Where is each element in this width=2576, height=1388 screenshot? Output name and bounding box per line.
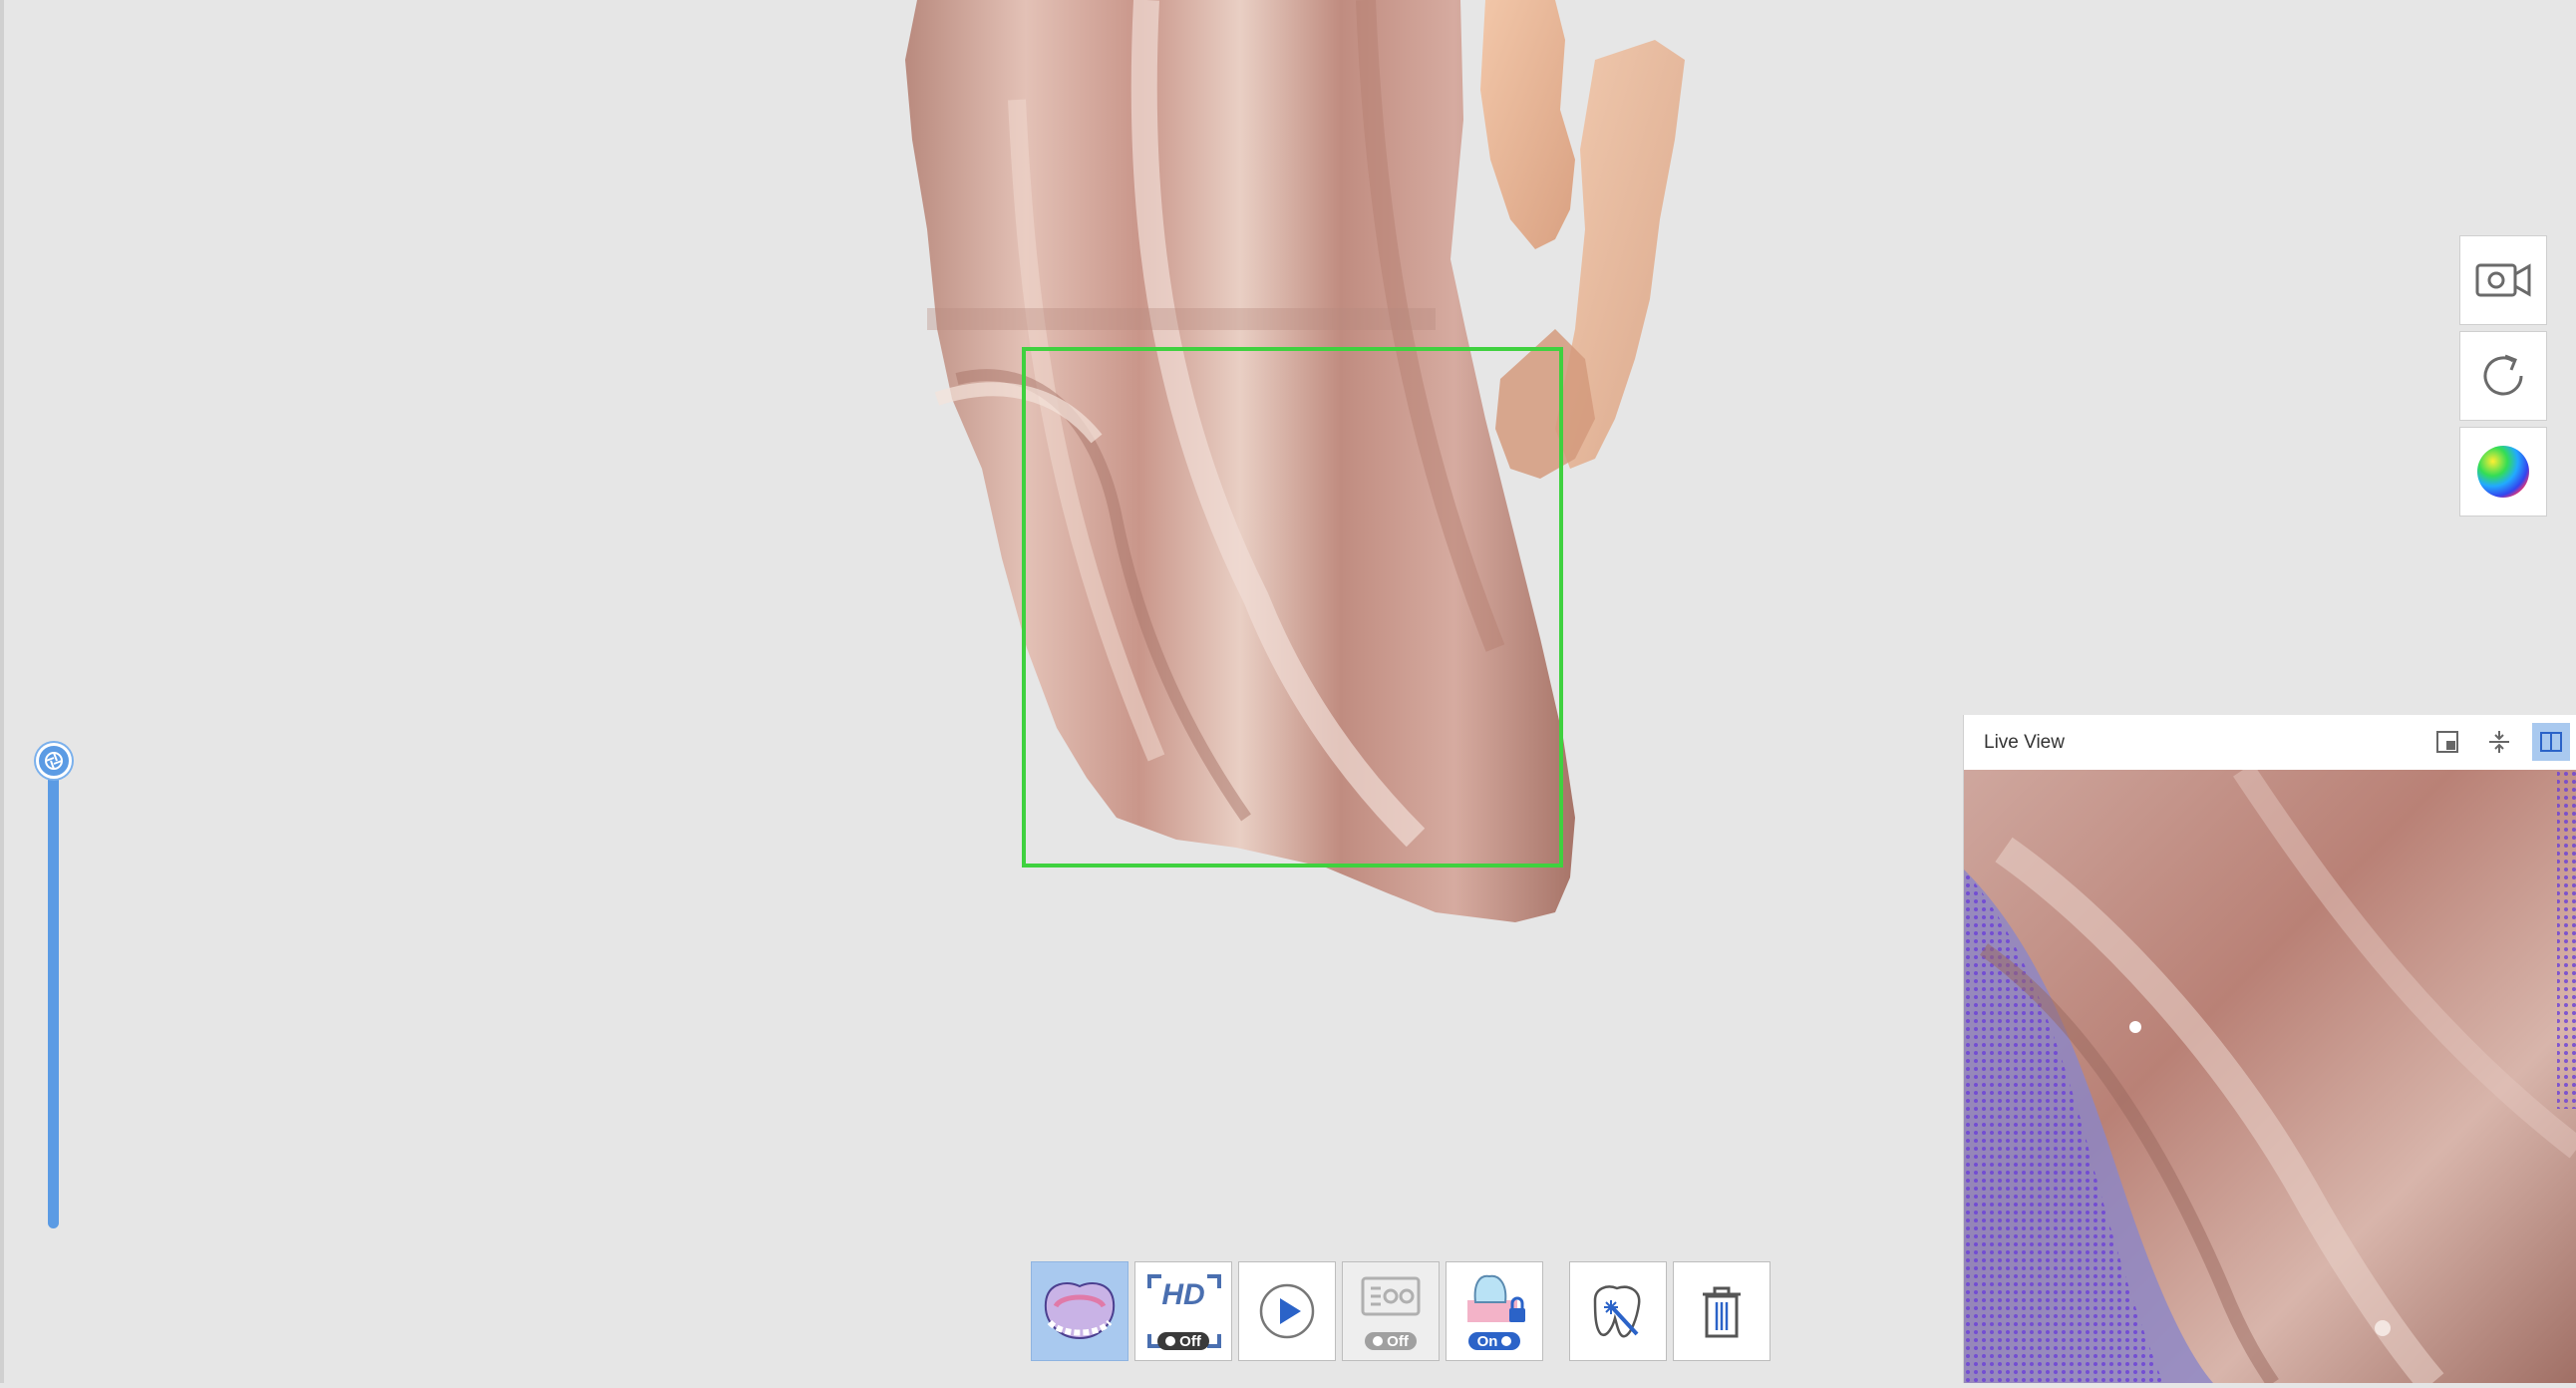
- layout-icon: [2436, 731, 2458, 753]
- fit-icon: [2489, 731, 2509, 753]
- depth-slider-handle[interactable]: [36, 743, 72, 779]
- smart-trim-button[interactable]: [1569, 1261, 1667, 1361]
- lock-toggle-state: On: [1468, 1332, 1520, 1350]
- video-camera-icon: [2475, 263, 2531, 297]
- layout-button[interactable]: [2428, 723, 2466, 761]
- side-toolbar: [2459, 235, 2547, 522]
- color-map-button[interactable]: [2459, 427, 2547, 517]
- dental-arch-icon: [1044, 1282, 1116, 1340]
- live-feed-image: [1964, 770, 2576, 1383]
- live-view-panel: Live View: [1963, 715, 2576, 1383]
- hd-toggle-button[interactable]: HD Off: [1134, 1261, 1232, 1361]
- fit-button[interactable]: [2480, 723, 2518, 761]
- live-view-title: Live View: [1984, 731, 2065, 753]
- hd-label: HD: [1161, 1278, 1205, 1311]
- depth-slider-track[interactable]: [48, 768, 59, 1228]
- delete-button[interactable]: [1673, 1261, 1771, 1361]
- split-view-icon: [2540, 732, 2562, 752]
- filter-toggle-button[interactable]: Off: [1342, 1261, 1440, 1361]
- tooth-lock-icon: [1467, 1274, 1525, 1322]
- arch-scan-button[interactable]: [1031, 1261, 1128, 1361]
- video-record-button[interactable]: [2459, 235, 2547, 325]
- refresh-icon: [2483, 354, 2523, 396]
- trash-icon: [1703, 1286, 1741, 1338]
- filter-toggle-state: Off: [1365, 1332, 1417, 1350]
- lock-toggle-button[interactable]: On: [1446, 1261, 1543, 1361]
- magic-wand-tooth-icon: [1593, 1285, 1641, 1338]
- split-view-button[interactable]: [2532, 723, 2570, 761]
- gum-fragment: [1480, 0, 1575, 249]
- live-view-header: Live View: [1964, 715, 2576, 771]
- hd-toggle-state: Off: [1157, 1332, 1209, 1350]
- tooth-surface: [905, 0, 1575, 922]
- color-map-icon: [2477, 446, 2529, 498]
- play-button[interactable]: [1238, 1261, 1336, 1361]
- play-icon: [1259, 1283, 1315, 1339]
- aperture-icon: [45, 752, 63, 770]
- live-camera-feed: [1964, 770, 2576, 1383]
- scanner-filter-icon: [1361, 1276, 1421, 1316]
- reset-view-button[interactable]: [2459, 331, 2547, 421]
